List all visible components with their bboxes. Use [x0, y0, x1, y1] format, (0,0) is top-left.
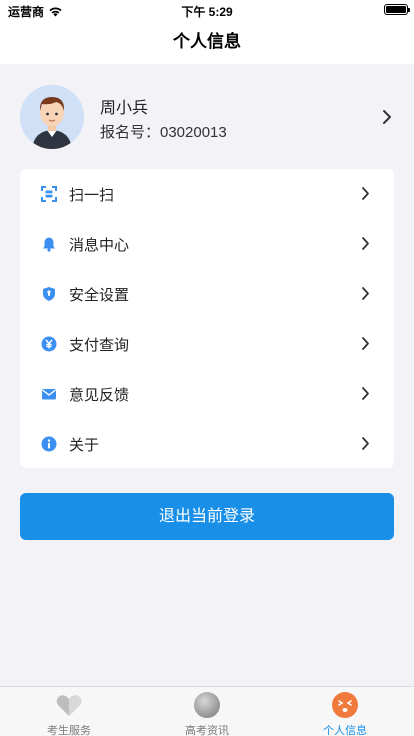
yuan-icon	[41, 336, 57, 352]
menu-item-label: 安全设置	[69, 287, 130, 304]
menu-item-label: 意见反馈	[69, 387, 130, 404]
chevron-right-icon	[362, 187, 369, 200]
status-bar: 运营商 下午 5:29	[0, 0, 414, 20]
battery-icon	[384, 4, 410, 15]
mail-icon	[42, 389, 56, 400]
menu-item-feedback[interactable]: 意见反馈	[20, 369, 394, 418]
tab-personal-info[interactable]: 个人信息	[276, 687, 414, 736]
heart-icon	[56, 695, 82, 716]
tab-label: 高考资讯	[185, 725, 229, 736]
ball-icon	[194, 692, 220, 718]
chevron-right-icon	[362, 237, 369, 250]
tab-label: 考生服务	[47, 725, 91, 736]
menu-item-payment[interactable]: 支付查询	[20, 319, 394, 368]
chevron-right-icon	[362, 437, 369, 450]
menu-item-label: 扫一扫	[69, 187, 115, 204]
profile-header[interactable]: 周小兵 报名号：03020013	[0, 64, 414, 169]
menu-item-label: 支付查询	[69, 337, 130, 354]
chevron-right-icon	[362, 337, 369, 350]
tab-exam-news[interactable]: 高考资讯	[138, 687, 276, 736]
menu-item-messages[interactable]: 消息中心	[20, 219, 394, 268]
scan-icon	[41, 186, 57, 202]
tab-candidate-services[interactable]: 考生服务	[0, 687, 138, 736]
registration-number: 报名号：03020013	[100, 124, 227, 141]
avatar-icon	[20, 85, 84, 149]
status-time: 下午 5:29	[181, 5, 233, 19]
chevron-right-icon	[362, 287, 369, 300]
profile-name: 周小兵	[100, 100, 149, 117]
avatar	[20, 85, 84, 149]
menu-item-label: 关于	[69, 437, 100, 454]
menu-item-scan[interactable]: 扫一扫	[20, 169, 394, 218]
menu-item-security[interactable]: 安全设置	[20, 269, 394, 318]
face-icon	[332, 692, 358, 718]
logout-button[interactable]: 退出当前登录	[20, 493, 394, 540]
chevron-right-icon	[383, 110, 391, 124]
shield-icon	[43, 287, 55, 301]
bell-icon	[43, 237, 55, 252]
chevron-right-icon	[362, 387, 369, 400]
menu-card: 扫一扫 消息中心 安全设置 支付查询 意见反馈 关于	[20, 169, 394, 468]
info-icon	[41, 436, 57, 452]
tab-label: 个人信息	[323, 725, 367, 736]
tab-bar: 考生服务 高考资讯 个人信息	[0, 686, 414, 736]
page-title: 个人信息	[0, 20, 414, 64]
menu-item-about[interactable]: 关于	[20, 419, 394, 468]
menu-item-label: 消息中心	[69, 237, 130, 254]
